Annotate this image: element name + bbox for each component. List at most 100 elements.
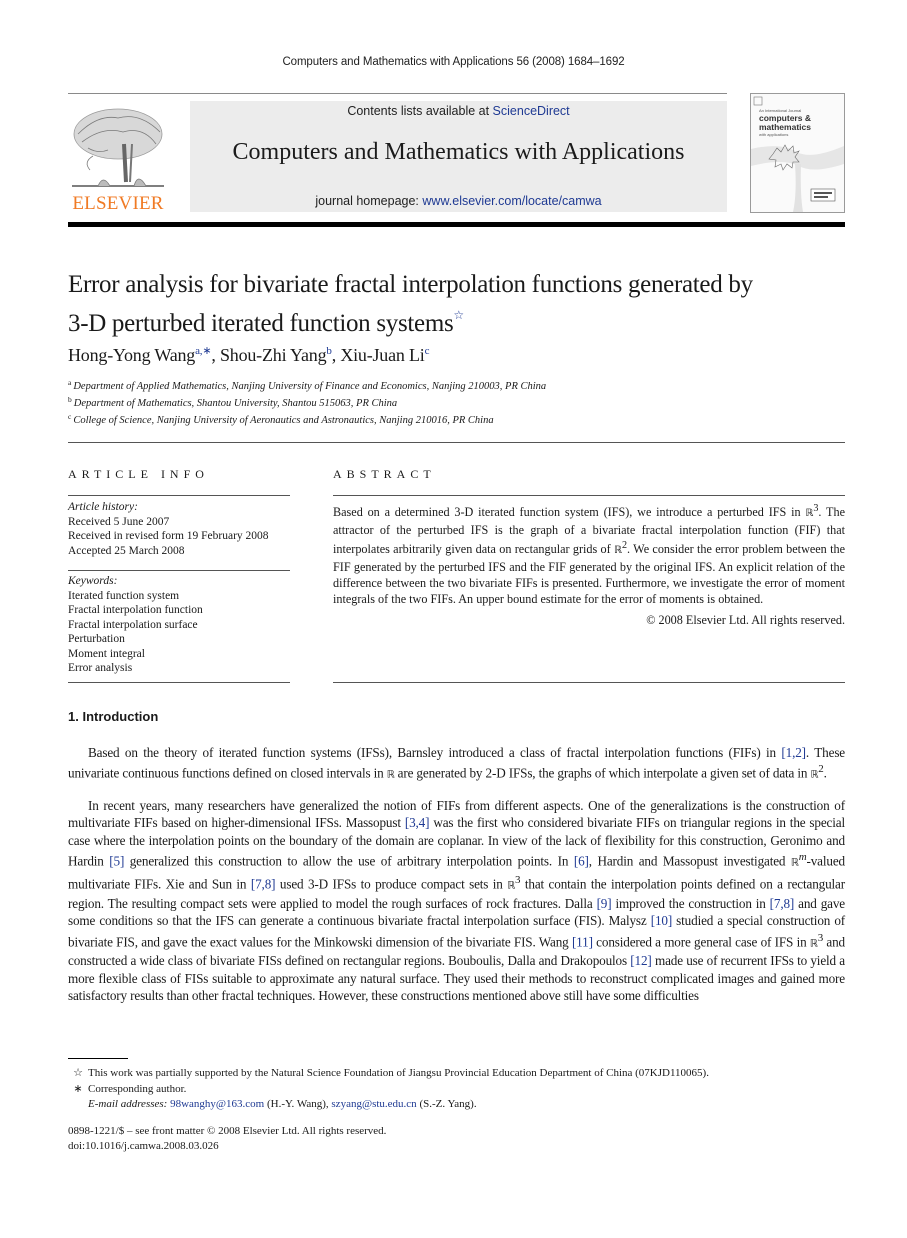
blackboard-r-symbol: ℝ bbox=[507, 880, 516, 892]
email-footnote: E-mail addresses: 98wanghy@163.com (H.-Y… bbox=[88, 1098, 477, 1110]
history-item: Received in revised form 19 February 200… bbox=[68, 530, 269, 542]
author-affiliation-mark[interactable]: c bbox=[425, 345, 430, 357]
author-name: Hong-Yong Wang bbox=[68, 345, 196, 365]
citation-link[interactable]: [10] bbox=[651, 913, 673, 928]
section-heading-introduction: 1. Introduction bbox=[68, 709, 159, 724]
citation-link[interactable]: [9] bbox=[597, 896, 612, 911]
citation-link[interactable]: [12] bbox=[630, 953, 652, 968]
affiliation-text: Department of Applied Mathematics, Nanji… bbox=[73, 381, 547, 392]
issn-line: 0898-1221/$ – see front matter © 2008 El… bbox=[68, 1125, 387, 1137]
running-head: Computers and Mathematics with Applicati… bbox=[282, 56, 625, 68]
email-label: E-mail addresses: bbox=[88, 1098, 171, 1110]
affiliation: c College of Science, Nanjing University … bbox=[68, 412, 494, 426]
author-list: Hong-Yong Wanga,∗, Shou-Zhi Yangb, Xiu-J… bbox=[68, 344, 429, 366]
abstract-segment: Based on a determined 3-D iterated funct… bbox=[333, 505, 806, 520]
text-segment: considered a more general case of IFS in bbox=[592, 934, 810, 950]
cover-line-2: computers & bbox=[759, 113, 811, 123]
exponent: m bbox=[798, 851, 807, 864]
abstract-copyright: © 2008 Elsevier Ltd. All rights reserved… bbox=[646, 613, 845, 627]
footnote-text: This work was partially supported by the… bbox=[88, 1067, 709, 1079]
front-matter-rule bbox=[68, 442, 845, 443]
funding-footnote: ☆ This work was partially supported by th… bbox=[68, 1066, 709, 1079]
citation-link[interactable]: [7,8] bbox=[251, 876, 276, 891]
author-name: Xiu-Juan Li bbox=[340, 345, 425, 365]
homepage-prefix: journal homepage: bbox=[315, 194, 423, 208]
email-owner: (H.-Y. Wang), bbox=[264, 1098, 332, 1110]
abstract-text: Based on a determined 3-D iterated funct… bbox=[333, 501, 845, 607]
contents-line: Contents lists available at ScienceDirec… bbox=[190, 104, 727, 118]
history-item: Received 5 June 2007 bbox=[68, 515, 170, 528]
author-separator: , bbox=[211, 345, 220, 365]
keyword: Error analysis bbox=[68, 662, 133, 674]
text-segment: generalized this construction to allow t… bbox=[124, 853, 574, 869]
journal-homepage-link[interactable]: www.elsevier.com/locate/camwa bbox=[422, 194, 601, 208]
text-segment: Based on the theory of iterated function… bbox=[88, 745, 782, 760]
email-owner: (S.-Z. Yang). bbox=[416, 1098, 477, 1110]
footnote-rule bbox=[68, 1058, 128, 1059]
text-segment: are generated by 2-D IFSs, the graphs of… bbox=[394, 765, 811, 781]
abstract-bottom-rule bbox=[333, 682, 845, 683]
citation-link[interactable]: [1,2] bbox=[781, 745, 806, 760]
affiliation-text: College of Science, Nanjing University o… bbox=[73, 415, 494, 426]
title-line-1: Error analysis for bivariate fractal int… bbox=[68, 271, 753, 298]
text-segment: , Hardin and Massopust investigated bbox=[588, 853, 791, 869]
text-segment: . bbox=[823, 765, 827, 781]
article-info-rule bbox=[68, 495, 290, 496]
header-rule bbox=[68, 93, 727, 94]
citation-link[interactable]: [3,4] bbox=[405, 815, 430, 830]
affiliation: b Department of Mathematics, Shantou Univ… bbox=[68, 395, 397, 409]
affiliation-mark: b bbox=[68, 395, 72, 404]
journal-title: Computers and Mathematics with Applicati… bbox=[232, 139, 685, 165]
intro-paragraph-1: Based on the theory of iterated function… bbox=[68, 744, 845, 784]
abstract-rule bbox=[333, 495, 845, 496]
masthead-rule bbox=[68, 222, 845, 227]
text-segment: improved the construction in bbox=[611, 895, 770, 911]
text-segment: used 3-D IFSs to produce compact sets in bbox=[275, 876, 508, 892]
affiliation-mark: c bbox=[68, 412, 72, 421]
corresponding-author-footnote: ∗ Corresponding author. bbox=[68, 1082, 186, 1095]
footnote-star-icon: ☆ bbox=[73, 1067, 83, 1079]
article-history: Article history: Received 5 June 2007 Re… bbox=[68, 500, 290, 558]
citation-link[interactable]: [7,8] bbox=[770, 896, 795, 911]
asterisk-icon: ∗ bbox=[73, 1083, 83, 1095]
contents-prefix: Contents lists available at bbox=[347, 104, 493, 118]
article-title: Error analysis for bivariate fractal int… bbox=[68, 270, 858, 339]
blackboard-r-symbol: ℝ bbox=[614, 545, 622, 557]
keyword: Moment integral bbox=[68, 647, 145, 660]
affiliation-mark: a bbox=[68, 378, 72, 387]
citation-link[interactable]: [6] bbox=[574, 854, 589, 869]
email-link[interactable]: 98wanghy@163.com bbox=[170, 1098, 264, 1110]
blackboard-r-symbol: ℝ bbox=[809, 938, 818, 950]
abstract-heading: ABSTRACT bbox=[333, 467, 436, 481]
article-info-bottom-rule bbox=[68, 682, 290, 683]
history-label: Article history: bbox=[68, 501, 138, 513]
title-line-2: 3-D perturbed iterated function systems bbox=[68, 310, 454, 337]
keywords-label: Keywords: bbox=[68, 575, 118, 587]
intro-paragraph-2: In recent years, many researchers have g… bbox=[68, 797, 845, 1005]
title-footnote-star-icon[interactable]: ☆ bbox=[453, 308, 464, 322]
keywords-list: Keywords: Iterated function system Fract… bbox=[68, 574, 290, 676]
affiliation-text: Department of Mathematics, Shantou Unive… bbox=[73, 398, 398, 409]
keyword: Iterated function system bbox=[68, 589, 180, 602]
sciencedirect-link[interactable]: ScienceDirect bbox=[493, 104, 570, 118]
article-info-heading: ARTICLE INFO bbox=[68, 467, 209, 481]
citation-link[interactable]: [5] bbox=[109, 854, 124, 869]
cover-line-4: with applications bbox=[759, 132, 789, 137]
email-link[interactable]: szyang@stu.edu.cn bbox=[331, 1098, 416, 1110]
footnote-text: Corresponding author. bbox=[88, 1083, 187, 1095]
history-item: Accepted 25 March 2008 bbox=[68, 544, 185, 557]
author-affiliation-mark[interactable]: a,∗ bbox=[195, 345, 211, 357]
keyword: Perturbation bbox=[68, 633, 125, 645]
author-name: Shou-Zhi Yang bbox=[219, 345, 327, 365]
keyword: Fractal interpolation surface bbox=[68, 618, 198, 631]
doi-link[interactable]: doi:10.1016/j.camwa.2008.03.026 bbox=[68, 1140, 219, 1152]
affiliation: a Department of Applied Mathematics, Nanj… bbox=[68, 378, 546, 392]
keywords-rule bbox=[68, 570, 290, 571]
blackboard-r-symbol: ℝ bbox=[790, 857, 799, 869]
journal-cover-thumbnail[interactable]: An International Journal computers & mat… bbox=[750, 93, 845, 213]
keyword: Fractal interpolation function bbox=[68, 604, 203, 616]
journal-banner: Contents lists available at ScienceDirec… bbox=[190, 101, 727, 212]
citation-link[interactable]: [11] bbox=[572, 934, 593, 949]
homepage-line: journal homepage: www.elsevier.com/locat… bbox=[190, 194, 727, 208]
elsevier-wordmark: ELSEVIER bbox=[72, 193, 164, 214]
